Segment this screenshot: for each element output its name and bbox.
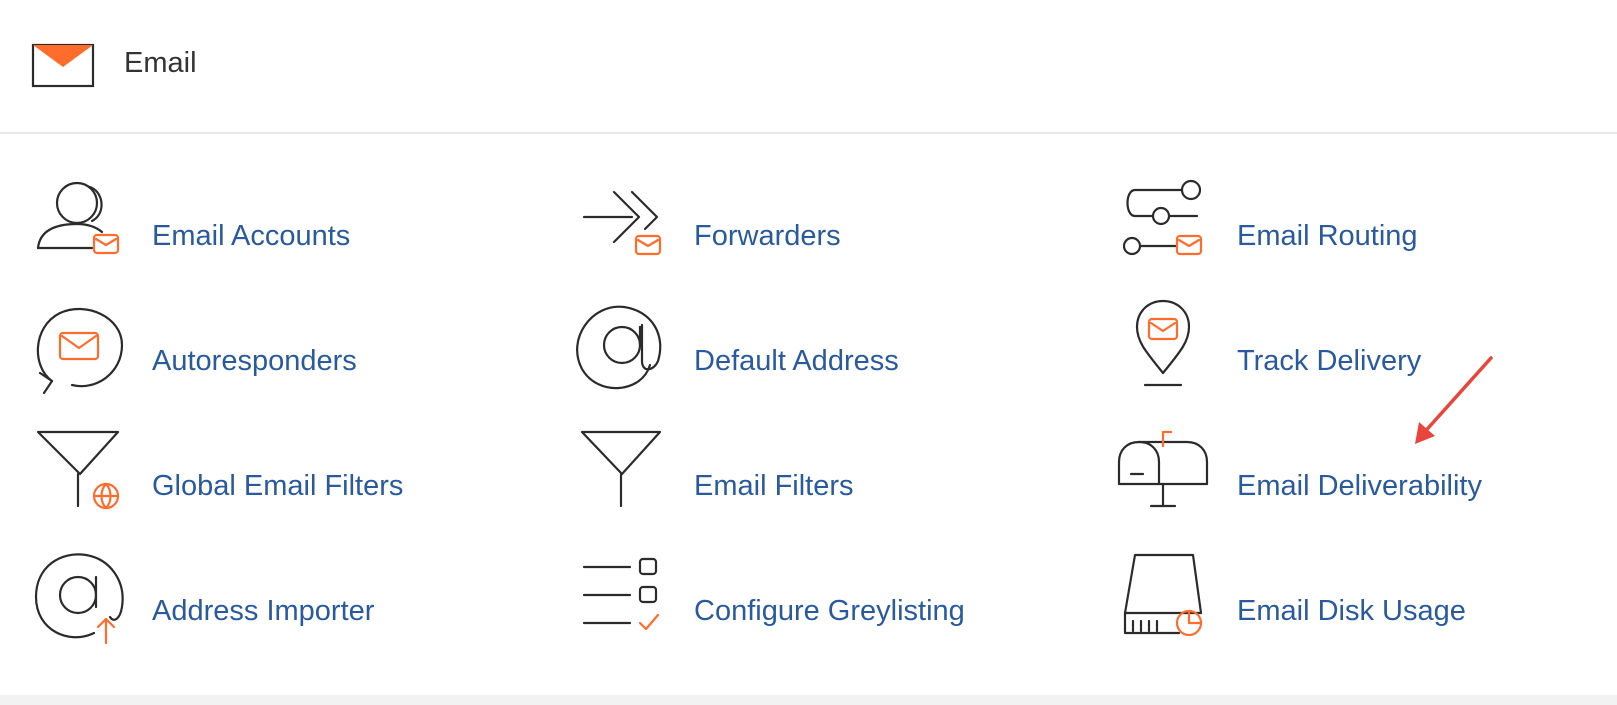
item-label: Global Email Filters [152, 470, 404, 502]
item-label: Email Accounts [152, 220, 351, 252]
address-importer-icon [30, 553, 130, 653]
email-accounts-icon [30, 178, 130, 278]
item-label: Email Deliverability [1237, 470, 1482, 502]
item-label: Default Address [694, 345, 899, 377]
email-disk-usage-icon [1115, 553, 1215, 653]
item-label: Configure Greylisting [694, 595, 965, 627]
default-address-icon [572, 303, 672, 403]
item-label: Forwarders [694, 220, 841, 252]
forwarders-icon [572, 178, 672, 278]
envelope-icon [31, 42, 95, 88]
annotation-arrow-icon [1405, 352, 1505, 452]
item-label: Email Filters [694, 470, 854, 502]
track-delivery-icon [1115, 299, 1215, 403]
section-header[interactable]: Email [0, 0, 1617, 134]
global-email-filters-icon [30, 428, 130, 528]
section-bottom-divider [0, 695, 1617, 705]
email-routing-icon [1115, 178, 1215, 278]
item-label: Track Delivery [1237, 345, 1422, 377]
email-section-panel: Email Email Accounts Forwarders Email Ro… [0, 0, 1617, 705]
item-label: Email Disk Usage [1237, 595, 1466, 627]
autoresponders-icon [30, 303, 130, 403]
item-label: Email Routing [1237, 220, 1418, 252]
email-deliverability-icon [1115, 428, 1215, 528]
section-title: Email [124, 47, 197, 79]
item-label: Address Importer [152, 595, 375, 627]
email-filters-icon [572, 428, 672, 528]
configure-greylisting-icon [572, 553, 672, 653]
item-label: Autoresponders [152, 345, 357, 377]
